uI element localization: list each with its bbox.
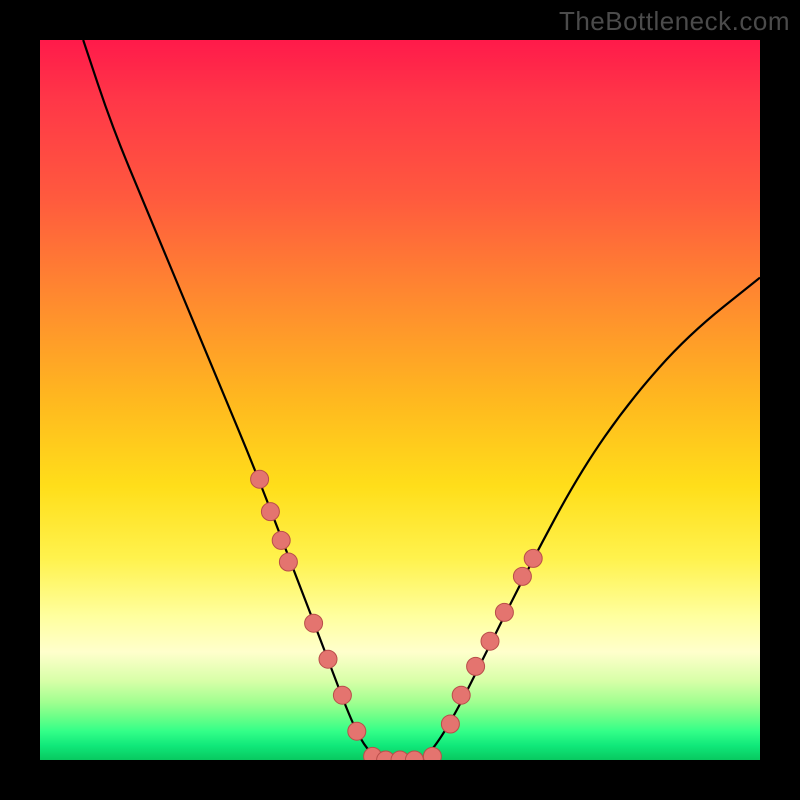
watermark-text: TheBottleneck.com bbox=[559, 6, 790, 37]
data-marker bbox=[305, 614, 323, 632]
data-marker bbox=[261, 503, 279, 521]
data-marker bbox=[441, 715, 459, 733]
curve-layer bbox=[40, 40, 760, 760]
data-marker bbox=[452, 686, 470, 704]
data-marker bbox=[495, 603, 513, 621]
data-marker bbox=[333, 686, 351, 704]
data-marker bbox=[467, 657, 485, 675]
data-marker bbox=[279, 553, 297, 571]
data-marker bbox=[251, 470, 269, 488]
data-marker bbox=[524, 549, 542, 567]
data-marker bbox=[405, 751, 423, 760]
data-marker bbox=[348, 722, 366, 740]
plot-area bbox=[40, 40, 760, 760]
data-marker bbox=[272, 531, 290, 549]
data-marker bbox=[423, 747, 441, 760]
data-marker bbox=[481, 632, 499, 650]
bottleneck-curve bbox=[83, 40, 760, 760]
marker-group bbox=[251, 470, 543, 760]
chart-frame: TheBottleneck.com bbox=[0, 0, 800, 800]
data-marker bbox=[513, 567, 531, 585]
data-marker bbox=[319, 650, 337, 668]
